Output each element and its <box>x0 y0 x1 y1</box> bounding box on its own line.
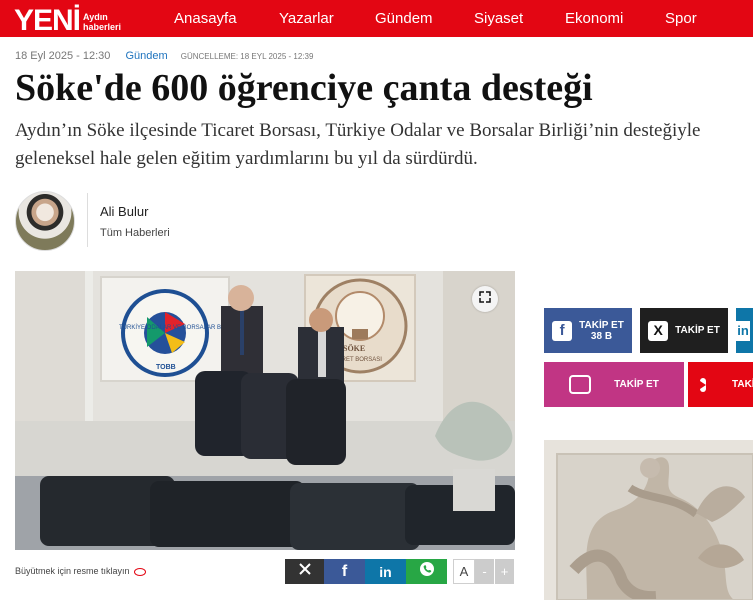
photo-logo-subtext: TOBB <box>156 364 176 371</box>
article-summary: Aydın’ın Söke ilçesinde Ticaret Borsası,… <box>15 120 701 169</box>
youtube-icon <box>700 377 706 392</box>
author-articles-link[interactable]: Tüm Haberleri <box>100 227 170 239</box>
photo-logo-text: TÜRKİYE ODALAR VE BORSALAR BİRLİĞİ <box>119 324 239 331</box>
facebook-icon: f <box>341 562 348 580</box>
font-size-decrease-button[interactable]: - <box>475 559 494 584</box>
instagram-icon <box>569 375 592 394</box>
photo-logo-right-text: SÖKE <box>343 344 365 353</box>
eye-icon <box>133 567 146 576</box>
share-facebook-button[interactable]: f <box>324 559 365 584</box>
plus-icon: + <box>500 564 509 579</box>
minus-icon: - <box>482 564 487 579</box>
article-title: Söke'de 600 öğrenciye çanta desteği <box>15 67 593 109</box>
photo-caption: Büyütmek için resme tıklayın <box>15 566 146 576</box>
facebook-follow-text: TAKİP ET 38 B <box>579 319 624 342</box>
relief-sculpture-illustration <box>544 440 753 604</box>
whatsapp-icon <box>418 560 436 583</box>
font-size-label: A <box>459 564 469 579</box>
site-logo[interactable]: YENİ Aydın haberleri <box>14 2 121 36</box>
linkedin-icon: in <box>379 563 392 580</box>
publish-date: 18 Eyl 2025 - 12:30 <box>15 50 111 62</box>
instagram-follow-button[interactable]: TAKİP ET <box>544 362 684 407</box>
sidebar-featured-image[interactable] <box>544 440 753 604</box>
nav-item-spor[interactable]: Spor <box>665 10 697 27</box>
author-divider <box>87 193 88 247</box>
x-icon <box>298 562 312 581</box>
nav-item-anasayfa[interactable]: Anasayfa <box>174 10 237 27</box>
nav-item-siyaset[interactable]: Siyaset <box>474 10 523 27</box>
top-navigation-bar: YENİ Aydın haberleri Anasayfa Yazarlar Gü… <box>0 0 753 37</box>
youtube-follow-text: TAKİP ET <box>732 379 753 390</box>
article-metadata: 18 Eyl 2025 - 12:30 Gündem GÜNCELLEME: 1… <box>15 50 313 62</box>
nav-item-ekonomi[interactable]: Ekonomi <box>565 10 623 27</box>
linkedin-icon: in <box>736 320 750 341</box>
share-whatsapp-button[interactable] <box>406 559 447 584</box>
facebook-icon: f <box>552 320 573 341</box>
x-icon: X <box>648 320 669 341</box>
nav-item-yazarlar[interactable]: Yazarlar <box>279 10 334 27</box>
article-category-link[interactable]: Gündem <box>125 50 167 62</box>
expand-icon <box>479 290 491 308</box>
author-name[interactable]: Ali Bulur <box>100 204 148 219</box>
update-date: GÜNCELLEME: 18 Eyl 2025 - 12:39 <box>180 52 314 61</box>
font-size-increase-button[interactable]: + <box>495 559 514 584</box>
event-photo-illustration: TÜRKİYE ODALAR VE BORSALAR BİRLİĞİ TOBB … <box>15 271 515 550</box>
logo-subtitle: Aydın haberleri <box>83 12 122 32</box>
x-follow-text: TAKİP ET <box>675 325 720 336</box>
font-size-reset-button[interactable]: A <box>453 559 475 584</box>
youtube-follow-button[interactable]: TAKİP ET <box>688 362 753 407</box>
expand-photo-button[interactable] <box>472 286 498 312</box>
share-linkedin-button[interactable]: in <box>365 559 406 584</box>
facebook-follow-button[interactable]: f TAKİP ET 38 B <box>544 308 632 353</box>
instagram-follow-text: TAKİP ET <box>614 379 659 390</box>
nav-item-gundem[interactable]: Gündem <box>375 10 433 27</box>
linkedin-follow-button[interactable]: in <box>736 308 753 353</box>
article-photo[interactable]: TÜRKİYE ODALAR VE BORSALAR BİRLİĞİ TOBB … <box>15 271 515 550</box>
logo-wordmark: YENİ <box>14 4 81 37</box>
share-x-button[interactable] <box>285 559 324 584</box>
author-avatar[interactable] <box>15 191 75 251</box>
x-follow-button[interactable]: X TAKİP ET <box>640 308 728 353</box>
